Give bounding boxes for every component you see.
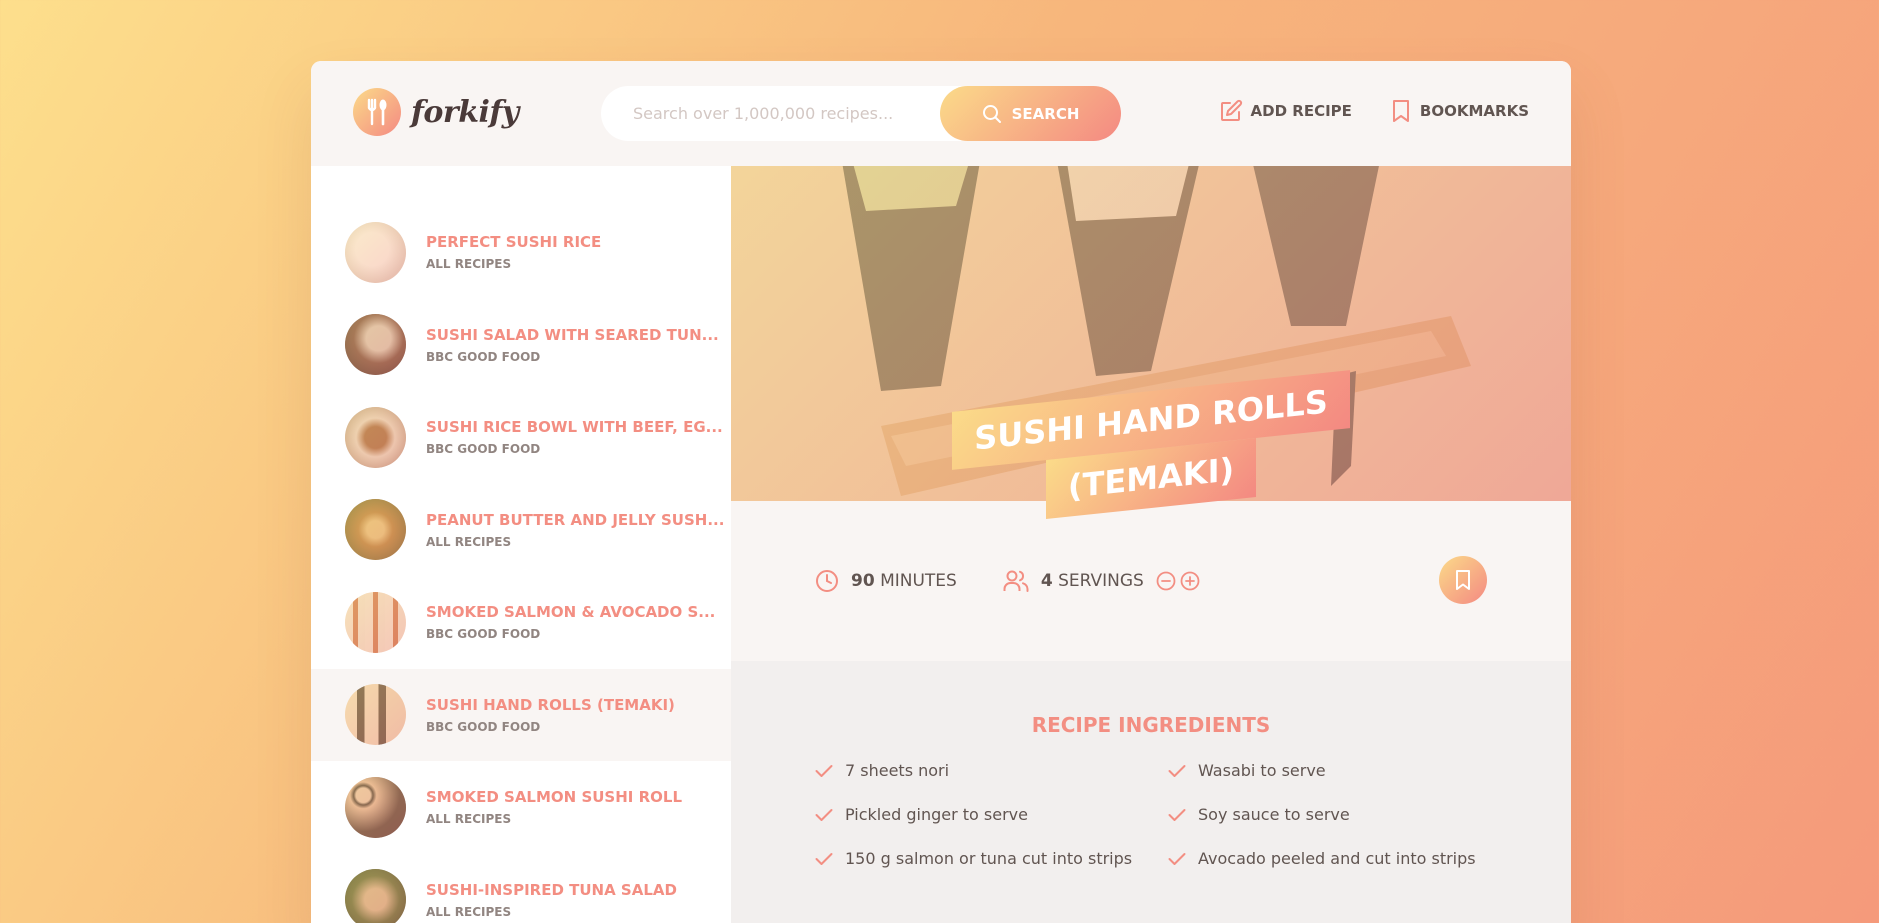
check-icon — [1168, 808, 1186, 821]
result-publisher: ALL RECIPES — [426, 257, 512, 272]
bookmark-icon — [1456, 570, 1470, 590]
result-title: PERFECT SUSHI RICE — [426, 233, 602, 252]
search-icon — [982, 104, 1001, 123]
result-publisher: BBC GOOD FOOD — [426, 627, 541, 642]
app-container: forkify SEARCH ADD RECIPE — [311, 61, 1571, 923]
search-results: PERFECT SUSHI RICE ALL RECIPES SUSHI SALA… — [311, 166, 731, 923]
logo[interactable]: forkify — [353, 88, 519, 136]
ingredient-item: Soy sauce to serve — [1168, 805, 1521, 824]
result-publisher: ALL RECIPES — [426, 904, 512, 919]
result-title: SUSHI HAND ROLLS (TEMAKI) — [426, 695, 675, 714]
ingredient-item: Avocado peeled and cut into strips — [1168, 849, 1521, 868]
servings-controls — [1156, 571, 1200, 591]
result-title: SUSHI-INSPIRED TUNA SALAD — [426, 880, 677, 899]
bookmark-icon — [1392, 100, 1409, 122]
plus-circle-icon[interactable] — [1180, 571, 1200, 591]
ingredient-text: Pickled ginger to serve — [845, 805, 1028, 824]
result-item[interactable]: SMOKED SALMON SUSHI ROLL ALL RECIPES — [311, 761, 731, 854]
cooking-time: 90 MINUTES — [815, 569, 957, 593]
result-publisher: BBC GOOD FOOD — [426, 442, 541, 457]
result-title: SMOKED SALMON SUSHI ROLL — [426, 788, 683, 807]
top-nav: ADD RECIPE BOOKMARKS — [1219, 99, 1529, 123]
result-publisher: ALL RECIPES — [426, 812, 512, 827]
fork-spoon-icon — [353, 88, 401, 136]
bookmarks-label: BOOKMARKS — [1419, 102, 1529, 120]
recipe-details: 90 MINUTES 4 SERVINGS — [731, 501, 1571, 661]
recipe-thumbnail — [345, 499, 406, 561]
result-title: SMOKED SALMON & AVOCADO S... — [426, 603, 716, 622]
result-item-active[interactable]: SUSHI HAND ROLLS (TEMAKI) BBC GOOD FOOD — [311, 668, 731, 761]
recipe-view: SUSHI HAND ROLLS (TEMAKI) 90 MINUTES 4 S… — [731, 166, 1571, 923]
result-item[interactable]: PERFECT SUSHI RICE ALL RECIPES — [311, 206, 731, 299]
header: forkify SEARCH ADD RECIPE — [311, 61, 1571, 166]
logo-text: forkify — [411, 94, 519, 130]
add-recipe-button[interactable]: ADD RECIPE — [1219, 99, 1352, 123]
search-button-label: SEARCH — [1011, 104, 1080, 123]
result-item[interactable]: PEANUT BUTTER AND JELLY SUSH... ALL RECIP… — [311, 484, 731, 577]
recipe-thumbnail — [345, 869, 406, 923]
ingredient-item: Pickled ginger to serve — [815, 805, 1168, 824]
ingredient-text: Avocado peeled and cut into strips — [1198, 849, 1476, 868]
search-button[interactable]: SEARCH — [940, 86, 1121, 141]
servings-unit: SERVINGS — [1058, 571, 1144, 591]
recipe-thumbnail — [345, 314, 406, 376]
check-icon — [815, 764, 833, 777]
add-recipe-label: ADD RECIPE — [1250, 102, 1352, 120]
result-publisher: BBC GOOD FOOD — [426, 349, 541, 364]
check-icon — [1168, 764, 1186, 777]
ingredient-text: 150 g salmon or tuna cut into strips — [845, 849, 1133, 868]
result-title: SUSHI RICE BOWL WITH BEEF, EG... — [426, 418, 723, 437]
search-form: SEARCH — [601, 86, 1121, 141]
search-input[interactable] — [601, 86, 941, 141]
recipe-ingredients: RECIPE INGREDIENTS 7 sheets nori Wasabi … — [731, 661, 1571, 923]
recipe-thumbnail — [345, 684, 406, 746]
result-item[interactable]: SMOKED SALMON & AVOCADO S... BBC GOOD FOO… — [311, 576, 731, 669]
ingredients-heading: RECIPE INGREDIENTS — [1031, 713, 1271, 737]
result-publisher: ALL RECIPES — [426, 534, 512, 549]
cooking-time-unit: MINUTES — [880, 571, 957, 591]
check-icon — [1168, 852, 1186, 865]
ingredient-item: 150 g salmon or tuna cut into strips — [815, 849, 1168, 868]
clock-icon — [816, 570, 838, 592]
result-item[interactable]: SUSHI RICE BOWL WITH BEEF, EG... BBC GOOD… — [311, 391, 731, 484]
result-item[interactable]: SUSHI-INSPIRED TUNA SALAD ALL RECIPES — [311, 854, 731, 923]
result-item[interactable]: SUSHI SALAD WITH SEARED TUN... BBC GOOD F… — [311, 299, 731, 392]
result-title: SUSHI SALAD WITH SEARED TUN... — [426, 325, 719, 344]
bookmarks-button[interactable]: BOOKMARKS — [1390, 99, 1529, 123]
result-title: PEANUT BUTTER AND JELLY SUSH... — [426, 510, 725, 529]
ingredient-text: 7 sheets nori — [845, 761, 950, 780]
ingredient-text: Wasabi to serve — [1198, 761, 1326, 780]
recipe-thumbnail — [345, 776, 406, 838]
ingredient-item: 7 sheets nori — [815, 761, 1168, 780]
recipe-thumbnail — [345, 591, 406, 653]
servings: 4 SERVINGS — [1003, 569, 1144, 593]
recipe-thumbnail — [345, 406, 406, 468]
users-icon — [1003, 570, 1029, 592]
ingredient-text: Soy sauce to serve — [1198, 805, 1350, 824]
recipe-thumbnail — [345, 221, 406, 283]
servings-value: 4 — [1040, 571, 1053, 591]
result-publisher: BBC GOOD FOOD — [426, 719, 541, 734]
ingredient-list: 7 sheets nori Wasabi to serve Pickled gi… — [731, 761, 1571, 868]
edit-icon — [1220, 99, 1242, 121]
check-icon — [815, 808, 833, 821]
check-icon — [815, 852, 833, 865]
minus-circle-icon[interactable] — [1156, 571, 1176, 591]
cooking-time-value: 90 — [851, 571, 875, 591]
bookmark-recipe-button[interactable] — [1439, 556, 1487, 604]
ingredient-item: Wasabi to serve — [1168, 761, 1521, 780]
